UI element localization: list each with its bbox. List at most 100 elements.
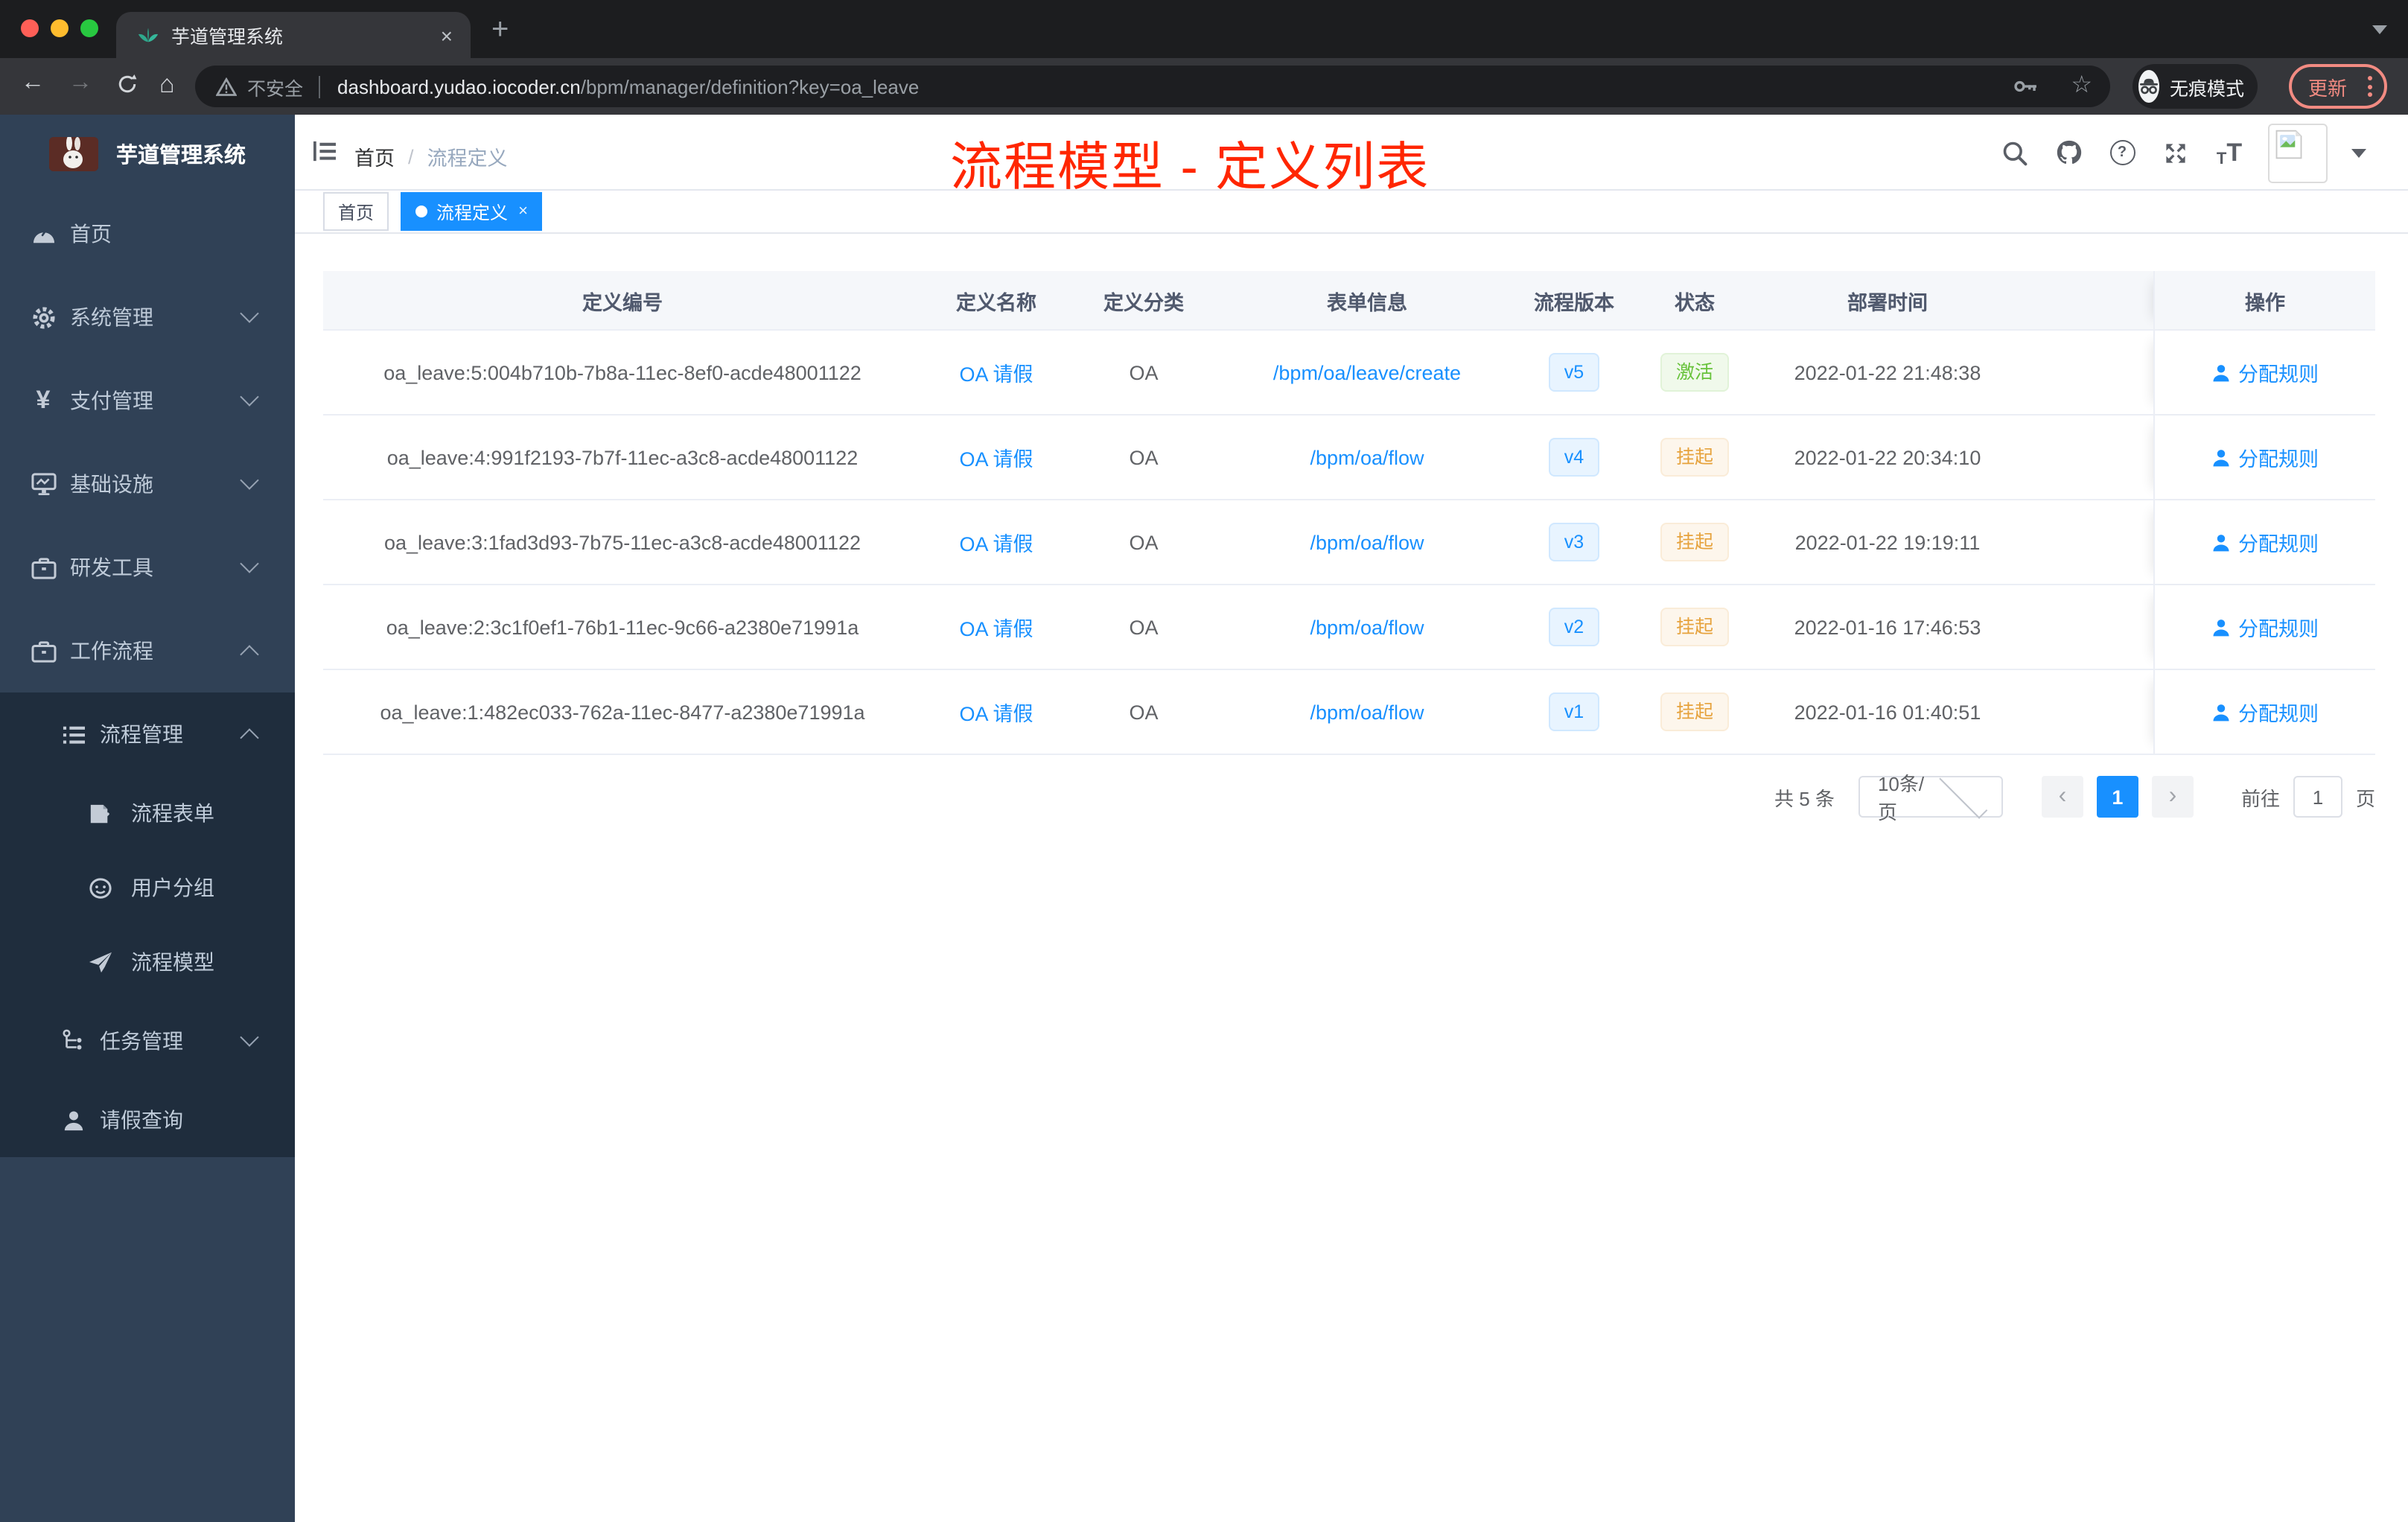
definition-name-link[interactable]: OA 请假 [959, 442, 1033, 472]
sidebar-item-payment[interactable]: ¥ 支付管理 [0, 359, 295, 442]
tab-search-caret-icon[interactable] [2372, 25, 2387, 34]
sidebar-item-user-group[interactable]: 用户分组 [0, 850, 295, 925]
sidebar-item-process-mgmt[interactable]: 流程管理 [0, 692, 295, 776]
back-button[interactable]: ← [21, 70, 45, 97]
goto-page-input[interactable] [2293, 776, 2342, 818]
home-button[interactable]: ⌂ [159, 70, 175, 100]
chevron-down-icon [240, 304, 259, 323]
list-icon [60, 723, 86, 745]
url-divider [318, 75, 320, 98]
definition-name-link[interactable]: OA 请假 [959, 612, 1033, 642]
browser-tab[interactable]: 芋道管理系统 × [116, 12, 471, 58]
sidebar-item-label: 基础设施 [70, 472, 153, 496]
definition-table: 定义编号 定义名称 定义分类 表单信息 流程版本 状态 部署时间 操作 oa_l… [323, 271, 2375, 755]
browser-update-button[interactable]: 更新 [2289, 64, 2387, 109]
window-controls [21, 19, 98, 37]
prev-page-button[interactable]: ‹ [2041, 776, 2083, 818]
cell-deploy-time: 2022-01-22 21:48:38 [1794, 361, 1981, 383]
form-link[interactable]: /bpm/oa/flow [1310, 446, 1424, 468]
page-number-active[interactable]: 1 [2096, 776, 2138, 818]
assign-user-icon [2211, 532, 2231, 552]
cell-definition-id: oa_leave:5:004b710b-7b8a-11ec-8ef0-acde4… [383, 361, 861, 383]
paper-plane-icon [86, 950, 113, 974]
url-bar[interactable]: 不安全 dashboard.yudao.iocoder.cn /bpm/mana… [195, 66, 2110, 107]
sidebar-item-infra[interactable]: 基础设施 [0, 442, 295, 526]
tag-home[interactable]: 首页 [323, 192, 389, 231]
assign-rule-link[interactable]: 分配规则 [2238, 527, 2319, 557]
browser-tabstrip: 芋道管理系统 × + [0, 0, 2408, 58]
chevron-up-icon [240, 728, 259, 748]
chevron-down-icon [240, 387, 259, 407]
breadcrumb: 首页 / 流程定义 [354, 141, 508, 171]
help-icon[interactable]: ? [2107, 138, 2137, 168]
assign-rule-link[interactable]: 分配规则 [2238, 612, 2319, 642]
sidebar-logo[interactable]: 芋道管理系统 [0, 115, 295, 192]
form-link[interactable]: /bpm/oa/leave/create [1273, 361, 1461, 383]
search-icon[interactable] [2000, 138, 2030, 168]
tab-close-icon[interactable]: × [441, 25, 453, 45]
sidebar-item-home[interactable]: 首页 [0, 192, 295, 276]
sidebar-item-system[interactable]: 系统管理 [0, 276, 295, 359]
assign-rule-link[interactable]: 分配规则 [2238, 442, 2319, 472]
browser-menu-icon[interactable] [2368, 76, 2372, 97]
github-icon[interactable] [2054, 138, 2083, 168]
zoom-window-button[interactable] [80, 19, 98, 37]
definition-name-link[interactable]: OA 请假 [959, 357, 1033, 387]
tag-process-definition[interactable]: 流程定义 × [401, 192, 543, 231]
document-edit-icon [86, 802, 113, 824]
tag-label: 首页 [338, 202, 375, 223]
form-link[interactable]: /bpm/oa/flow [1310, 701, 1424, 723]
sidebar-item-label: 系统管理 [70, 305, 153, 329]
font-size-icon[interactable]: TT [2214, 138, 2244, 168]
briefcase-icon [30, 640, 57, 662]
col-header-filler [2016, 271, 2153, 329]
assign-user-icon [2211, 448, 2231, 467]
user-avatar[interactable] [2268, 123, 2328, 182]
security-warning-icon[interactable] [216, 77, 237, 96]
cell-category: OA [1129, 361, 1159, 383]
avatar-caret-icon[interactable] [2351, 148, 2366, 157]
form-link[interactable]: /bpm/oa/flow [1310, 531, 1424, 553]
gear-icon [30, 305, 57, 330]
definition-name-link[interactable]: OA 请假 [959, 697, 1033, 727]
sidebar-item-workflow[interactable]: 工作流程 [0, 609, 295, 692]
sidebar-item-label: 用户分组 [131, 876, 214, 899]
forward-button[interactable]: → [69, 70, 92, 97]
sidebar-item-process-model[interactable]: 流程模型 [0, 925, 295, 999]
assign-rule-link[interactable]: 分配规则 [2238, 697, 2319, 727]
close-window-button[interactable] [21, 19, 39, 37]
breadcrumb-home[interactable]: 首页 [354, 141, 395, 171]
minimize-window-button[interactable] [51, 19, 69, 37]
bookmark-star-icon[interactable]: ☆ [2071, 74, 2092, 98]
sidebar-item-devtools[interactable]: 研发工具 [0, 526, 295, 609]
definition-name-link[interactable]: OA 请假 [959, 527, 1033, 557]
col-header-status: 状态 [1675, 291, 1715, 313]
version-badge: v4 [1549, 438, 1599, 477]
next-page-button[interactable]: › [2151, 776, 2194, 818]
form-link[interactable]: /bpm/oa/flow [1310, 616, 1424, 638]
dashboard-icon [30, 223, 57, 245]
col-header-category: 定义分类 [1103, 291, 1184, 313]
tags-view: 首页 流程定义 × [295, 191, 2408, 234]
version-badge: v3 [1549, 523, 1599, 561]
sidebar-item-label: 研发工具 [70, 555, 153, 579]
table-row: oa_leave:5:004b710b-7b8a-11ec-8ef0-acde4… [323, 331, 2375, 415]
sidebar-item-process-form[interactable]: 流程表单 [0, 776, 295, 850]
assign-rule-link[interactable]: 分配规则 [2238, 357, 2319, 387]
page-size-select[interactable]: 10条/页 [1858, 770, 2003, 824]
cell-deploy-time: 2022-01-16 17:46:53 [1794, 616, 1981, 638]
security-label: 不安全 [247, 78, 304, 99]
active-dot [415, 206, 428, 217]
sidebar-item-task-mgmt[interactable]: 任务管理 [0, 999, 295, 1083]
password-key-icon[interactable] [2013, 79, 2038, 94]
status-badge: 激活 [1660, 353, 1728, 392]
briefcase-icon [30, 556, 57, 579]
sidebar-item-leave-query[interactable]: 请假查询 [0, 1083, 295, 1157]
incognito-label: 无痕模式 [2170, 78, 2245, 99]
sidebar-toggle-icon[interactable] [313, 140, 337, 162]
fullscreen-icon[interactable] [2161, 138, 2191, 168]
new-tab-button[interactable]: + [491, 13, 509, 48]
reload-button[interactable] [116, 73, 138, 95]
browser-toolbar: ← → ⌂ 不安全 dashboard.yudao.iocoder.cn /bp… [0, 58, 2408, 115]
tag-close-icon[interactable]: × [518, 203, 528, 220]
